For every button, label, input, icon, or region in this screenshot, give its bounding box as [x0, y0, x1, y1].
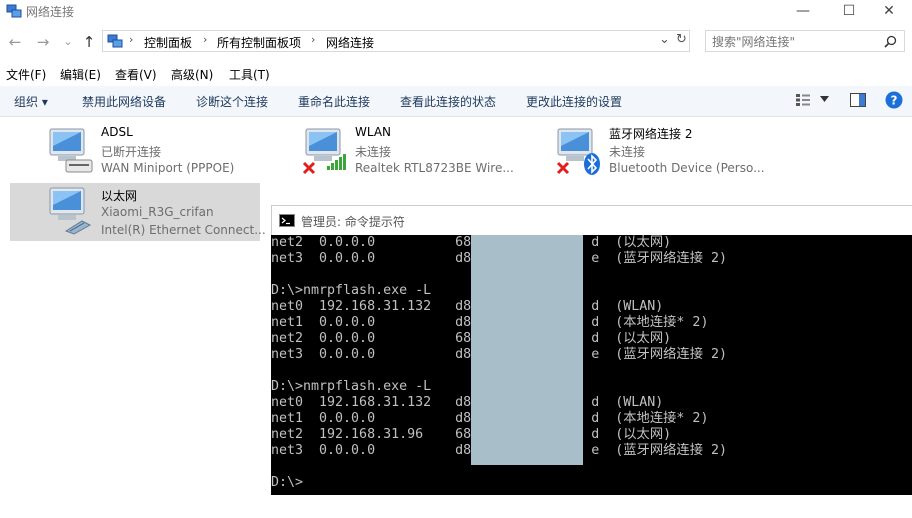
cmd-window-title: 管理员: 命令提示符 — [301, 215, 405, 229]
connection-device: Bluetooth Device (Perso... — [609, 161, 765, 175]
breadcrumb-separator: › — [311, 33, 316, 46]
console-line: D:\>nmrpflash.exe -L — [271, 283, 432, 298]
connection-name: ADSL — [101, 125, 133, 139]
recent-locations-button[interactable]: ⌄ — [58, 33, 78, 51]
menu-edit[interactable]: 编辑(E) — [60, 66, 101, 83]
breadcrumb-separator: › — [129, 33, 134, 46]
connection-adsl[interactable]: ADSL 已断开连接 WAN Miniport (PPPOE) — [46, 124, 276, 180]
connection-ethernet[interactable]: 以太网 Xiaomi_R3G_crifan Intel(R) Ethernet … — [10, 183, 266, 241]
close-button[interactable]: ✕ — [866, 0, 912, 24]
view-status-button[interactable]: 查看此连接的状态 — [400, 93, 496, 110]
console-line: D:\> — [271, 475, 304, 490]
network-adapter-icon — [49, 128, 93, 173]
chevron-down-icon[interactable] — [820, 96, 829, 102]
view-options-icon[interactable] — [795, 93, 811, 107]
console-line: D:\>nmrpflash.exe -L — [271, 379, 432, 394]
help-icon[interactable]: ? — [885, 91, 903, 109]
breadcrumb-control-panel[interactable]: 控制面板 — [144, 34, 192, 51]
title-bar: 网络连接 — ☐ ✕ — [0, 0, 912, 24]
forward-button[interactable]: → — [33, 33, 53, 51]
organize-button[interactable]: 组织 ▾ — [14, 93, 48, 110]
connection-device: Intel(R) Ethernet Connect... — [101, 223, 266, 237]
redaction-block — [471, 235, 583, 465]
console-output[interactable]: net2 0.0.0.0 68 d (以太网) net3 0.0.0.0 d8 … — [271, 235, 912, 495]
connection-status: 未连接 — [609, 145, 646, 159]
command-prompt-window[interactable]: 管理员: 命令提示符 net2 0.0.0.0 68 d (以太网) net3 … — [271, 205, 912, 495]
minimize-button[interactable]: — — [780, 0, 826, 24]
connection-name: 蓝牙网络连接 2 — [609, 127, 693, 141]
command-prompt-icon — [279, 214, 295, 227]
up-button[interactable]: ↑ — [79, 33, 99, 51]
connection-status: Xiaomi_R3G_crifan — [101, 205, 214, 219]
breadcrumb-network-connections[interactable]: 网络连接 — [326, 34, 374, 51]
address-bar[interactable]: › 控制面板 › 所有控制面板项 › 网络连接 ⌄ ↻ — [102, 30, 690, 52]
window-title: 网络连接 — [26, 5, 75, 19]
address-dropdown-button[interactable]: ⌄ — [659, 32, 670, 47]
command-bar: 组织 ▾ 禁用此网络设备 诊断这个连接 重命名此连接 查看此连接的状态 更改此连… — [0, 86, 912, 117]
breadcrumb-all-items[interactable]: 所有控制面板项 — [217, 34, 301, 51]
search-box[interactable] — [705, 30, 905, 52]
diagnose-button[interactable]: 诊断这个连接 — [196, 93, 268, 110]
back-button[interactable]: ← — [5, 33, 25, 51]
refresh-button[interactable]: ↻ — [676, 32, 687, 47]
menu-advanced[interactable]: 高级(N) — [171, 66, 213, 83]
connection-status: 未连接 — [355, 145, 392, 159]
control-panel-icon — [107, 34, 123, 48]
svg-text:?: ? — [891, 94, 898, 108]
disconnected-x-icon — [302, 161, 316, 175]
connection-name: 以太网 — [101, 189, 138, 203]
breadcrumb-separator: › — [203, 33, 208, 46]
menu-view[interactable]: 查看(V) — [115, 66, 157, 83]
connection-device: Realtek RTL8723BE Wire... — [355, 161, 514, 175]
menu-tools[interactable]: 工具(T) — [229, 66, 270, 83]
menu-file[interactable]: 文件(F) — [6, 66, 46, 83]
connection-name: WLAN — [355, 125, 392, 139]
network-connections-icon — [6, 4, 22, 18]
ethernet-adapter-icon — [49, 187, 92, 235]
connection-device: WAN Miniport (PPPOE) — [101, 161, 235, 175]
connection-bluetooth[interactable]: 蓝牙网络连接 2 未连接 Bluetooth Device (Perso... — [554, 124, 784, 180]
change-settings-button[interactable]: 更改此连接的设置 — [526, 93, 622, 110]
console-line: net0 192.168.31.132 d8 d (WLAN) — [271, 299, 664, 314]
cmd-title-bar[interactable]: 管理员: 命令提示符 — [271, 205, 912, 235]
search-input[interactable] — [710, 33, 880, 51]
connection-status: 已断开连接 — [101, 145, 162, 159]
preview-pane-icon[interactable] — [850, 93, 866, 107]
disable-device-button[interactable]: 禁用此网络设备 — [82, 93, 166, 110]
disconnected-x-icon — [556, 161, 570, 175]
rename-button[interactable]: 重命名此连接 — [298, 93, 370, 110]
console-line: net0 192.168.31.132 d8 d (WLAN) — [271, 395, 664, 410]
search-icon[interactable] — [884, 35, 897, 48]
connection-wlan[interactable]: WLAN 未连接 Realtek RTL8723BE Wire... — [300, 124, 530, 180]
